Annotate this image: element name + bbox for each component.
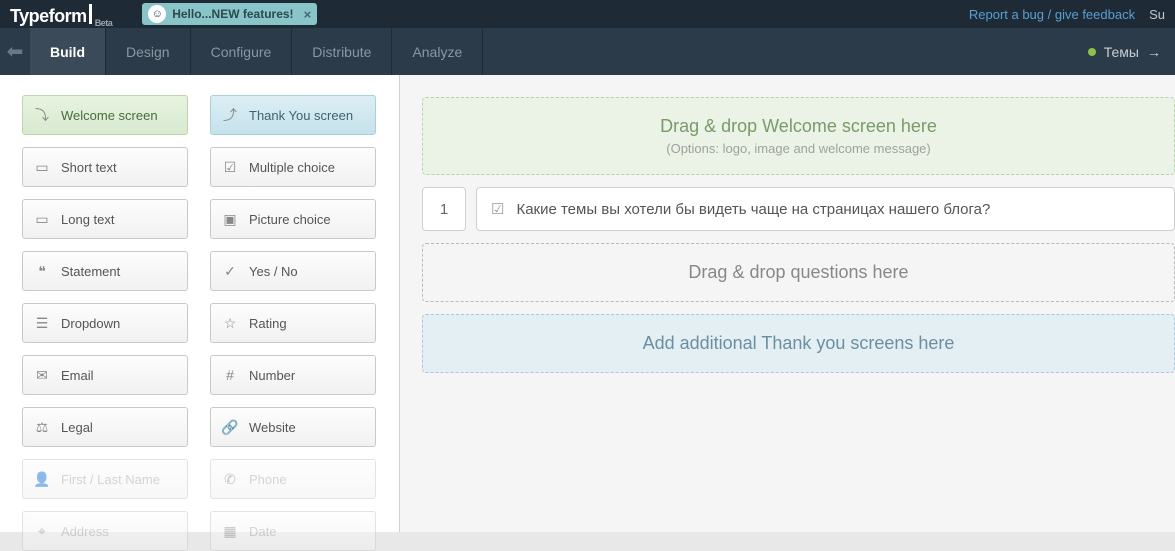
- long-text-icon: ▭: [33, 211, 51, 228]
- question-row[interactable]: 1 ☑ Какие темы вы хотели бы видеть чаще …: [422, 187, 1175, 231]
- short-text-icon: ▭: [33, 159, 51, 176]
- phone-icon: ✆: [221, 471, 239, 488]
- block-label: Thank You screen: [249, 108, 353, 123]
- dropzone-title: Drag & drop questions here: [433, 262, 1164, 283]
- block-welcome-screen[interactable]: ⤵ Welcome screen: [22, 95, 188, 135]
- block-email[interactable]: ✉ Email: [22, 355, 188, 395]
- block-label: Welcome screen: [61, 108, 158, 123]
- notification-tab[interactable]: ☺ Hello...NEW features! ×: [142, 3, 317, 25]
- block-label: Yes / No: [249, 264, 298, 279]
- block-label: First / Last Name: [61, 472, 160, 487]
- tab-configure[interactable]: Configure: [191, 28, 293, 75]
- block-label: Legal: [61, 420, 93, 435]
- dropzone-title: Drag & drop Welcome screen here: [433, 116, 1164, 137]
- canvas: Drag & drop Welcome screen here (Options…: [400, 75, 1175, 532]
- block-label: Multiple choice: [249, 160, 335, 175]
- block-first-last-name: 👤 First / Last Name: [22, 459, 188, 499]
- project-name[interactable]: Темы →: [1074, 28, 1175, 75]
- block-long-text[interactable]: ▭ Long text: [22, 199, 188, 239]
- picture-choice-icon: ▣: [221, 211, 239, 228]
- name-icon: 👤: [33, 471, 51, 488]
- dropzone-title: Add additional Thank you screens here: [433, 333, 1164, 354]
- thankyou-dropzone[interactable]: Add additional Thank you screens here: [422, 314, 1175, 373]
- block-label: Email: [61, 368, 94, 383]
- question-number: 1: [422, 187, 466, 231]
- tab-analyze[interactable]: Analyze: [392, 28, 483, 75]
- address-icon: ⌖: [33, 523, 51, 540]
- logo-text: Typeform: [10, 6, 87, 27]
- block-palette: ⤵ Welcome screen ⤴ Thank You screen ▭ Sh…: [0, 75, 400, 532]
- number-icon: #: [221, 367, 239, 383]
- status-dot-icon: [1088, 48, 1096, 56]
- tab-design[interactable]: Design: [106, 28, 191, 75]
- top-bar: Typeform Beta ☺ Hello...NEW features! × …: [0, 0, 1175, 28]
- beta-badge: Beta: [95, 18, 113, 28]
- block-label: Long text: [61, 212, 115, 227]
- block-label: Date: [249, 524, 276, 539]
- feedback-link[interactable]: Report a bug / give feedback: [969, 7, 1135, 22]
- dropzone-subtitle: (Options: logo, image and welcome messag…: [433, 141, 1164, 156]
- topbar-right-trunc: Su: [1149, 7, 1165, 22]
- project-name-text: Темы: [1104, 44, 1139, 60]
- block-rating[interactable]: ☆ Rating: [210, 303, 376, 343]
- questions-dropzone[interactable]: Drag & drop questions here: [422, 243, 1175, 302]
- block-label: Address: [61, 524, 109, 539]
- notification-text: Hello...NEW features!: [172, 7, 293, 21]
- block-label: Statement: [61, 264, 120, 279]
- block-dropdown[interactable]: ☰ Dropdown: [22, 303, 188, 343]
- block-yes-no[interactable]: ✓ Yes / No: [210, 251, 376, 291]
- tab-distribute[interactable]: Distribute: [292, 28, 392, 75]
- block-multiple-choice[interactable]: ☑ Multiple choice: [210, 147, 376, 187]
- welcome-icon: ⤵: [33, 105, 51, 125]
- close-icon[interactable]: ×: [304, 7, 312, 22]
- workspace: ⤵ Welcome screen ⤴ Thank You screen ▭ Sh…: [0, 75, 1175, 532]
- block-label: Picture choice: [249, 212, 331, 227]
- email-icon: ✉: [33, 367, 51, 384]
- block-label: Short text: [61, 160, 117, 175]
- website-icon: 🔗: [221, 419, 239, 436]
- block-label: Phone: [249, 472, 287, 487]
- dropdown-icon: ☰: [33, 315, 51, 332]
- statement-icon: ❝: [33, 263, 51, 280]
- block-thank-you-screen[interactable]: ⤴ Thank You screen: [210, 95, 376, 135]
- block-label: Rating: [249, 316, 287, 331]
- block-address: ⌖ Address: [22, 511, 188, 551]
- block-label: Dropdown: [61, 316, 120, 331]
- welcome-dropzone[interactable]: Drag & drop Welcome screen here (Options…: [422, 97, 1175, 175]
- arrow-right-icon: →: [1147, 44, 1161, 60]
- yes-no-icon: ✓: [221, 263, 239, 280]
- block-picture-choice[interactable]: ▣ Picture choice: [210, 199, 376, 239]
- question-text: Какие темы вы хотели бы видеть чаще на с…: [516, 201, 990, 218]
- block-number[interactable]: # Number: [210, 355, 376, 395]
- multiple-choice-icon: ☑: [221, 159, 239, 176]
- block-short-text[interactable]: ▭ Short text: [22, 147, 188, 187]
- logo: Typeform Beta: [10, 2, 112, 27]
- block-website[interactable]: 🔗 Website: [210, 407, 376, 447]
- legal-icon: ⚖: [33, 419, 51, 436]
- block-legal[interactable]: ⚖ Legal: [22, 407, 188, 447]
- block-date: ▦ Date: [210, 511, 376, 551]
- block-label: Number: [249, 368, 295, 383]
- question-body[interactable]: ☑ Какие темы вы хотели бы видеть чаще на…: [476, 187, 1175, 231]
- thankyou-icon: ⤴: [221, 105, 239, 125]
- tab-build[interactable]: Build: [30, 28, 106, 75]
- logo-cursor: [89, 4, 92, 24]
- tab-bar: ⬅ Build Design Configure Distribute Anal…: [0, 28, 1175, 75]
- notification-avatar-icon: ☺: [148, 5, 166, 23]
- block-phone: ✆ Phone: [210, 459, 376, 499]
- block-statement[interactable]: ❝ Statement: [22, 251, 188, 291]
- date-icon: ▦: [221, 523, 239, 540]
- block-label: Website: [249, 420, 296, 435]
- back-arrow-icon[interactable]: ⬅: [0, 28, 30, 75]
- multiple-choice-icon: ☑: [491, 200, 504, 218]
- rating-icon: ☆: [221, 315, 239, 332]
